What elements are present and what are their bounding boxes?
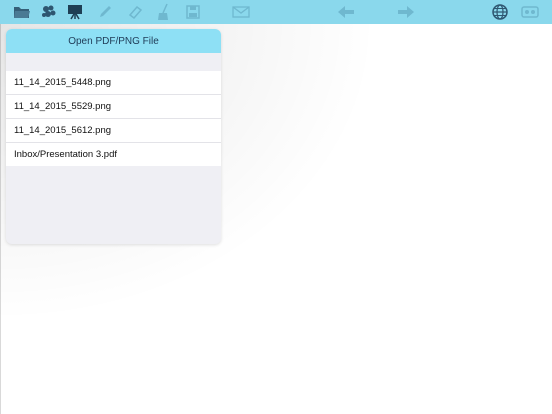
globe-icon[interactable]: [491, 3, 509, 21]
file-item[interactable]: 11_14_2015_5612.png: [6, 118, 221, 142]
save-icon[interactable]: [184, 3, 202, 21]
easel-icon[interactable]: [66, 3, 84, 21]
file-item[interactable]: 11_14_2015_5529.png: [6, 94, 221, 118]
palette-icon[interactable]: [40, 3, 58, 21]
broom-icon[interactable]: [155, 3, 173, 21]
open-file-popover: Open PDF/PNG File 11_14_2015_5448.png 11…: [6, 29, 221, 244]
popover-spacer: [6, 53, 221, 71]
redo-arrow-icon[interactable]: [397, 3, 415, 21]
eraser-icon[interactable]: [126, 3, 144, 21]
mail-icon[interactable]: [232, 3, 250, 21]
folder-icon[interactable]: [13, 3, 31, 21]
file-item[interactable]: 11_14_2015_5448.png: [6, 71, 221, 94]
toolbar: [0, 0, 552, 24]
popover-title: Open PDF/PNG File: [6, 29, 221, 53]
file-list: 11_14_2015_5448.png 11_14_2015_5529.png …: [6, 71, 221, 166]
undo-arrow-icon[interactable]: [337, 3, 355, 21]
file-item[interactable]: Inbox/Presentation 3.pdf: [6, 142, 221, 166]
tape-icon[interactable]: [521, 3, 539, 21]
pencil-icon[interactable]: [96, 3, 114, 21]
